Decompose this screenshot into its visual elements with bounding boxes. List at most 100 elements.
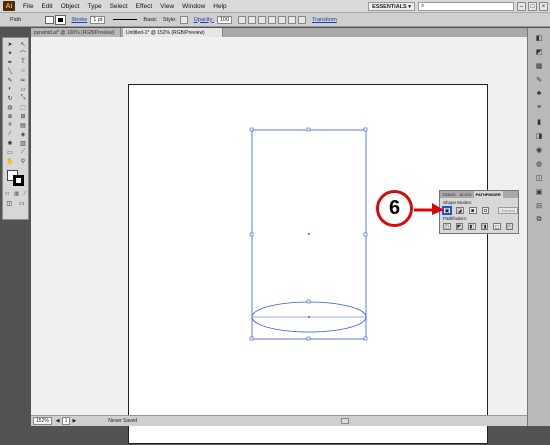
gradient-panel-icon[interactable]: ▮ xyxy=(535,117,544,126)
opacity-field[interactable]: 100 xyxy=(216,15,233,24)
fill-swatch[interactable] xyxy=(45,15,55,24)
crop-button[interactable]: ◨ xyxy=(480,223,488,230)
paintbrush-tool-icon[interactable]: ✎ xyxy=(4,76,16,84)
gradient-tool-icon[interactable]: ▤ xyxy=(17,121,29,129)
close-button[interactable]: × xyxy=(539,2,548,11)
artboard-tool-icon[interactable]: ▭ xyxy=(4,148,16,156)
menu-window[interactable]: Window xyxy=(178,3,209,10)
shape-builder-tool-icon[interactable]: ⊕ xyxy=(4,112,16,120)
mesh-tool-icon[interactable]: # xyxy=(4,121,16,129)
rotate-tool-icon[interactable]: ↻ xyxy=(4,94,16,102)
align-bottom-icon[interactable] xyxy=(298,15,307,24)
magic-wand-tool-icon[interactable]: ✦ xyxy=(4,49,16,57)
color-mode-icon[interactable]: □ xyxy=(6,191,9,197)
horizontal-scrollbar-thumb[interactable] xyxy=(341,418,349,424)
menu-type[interactable]: Type xyxy=(83,3,105,10)
color-panel-icon[interactable]: ◧ xyxy=(535,33,544,42)
symbols-panel-icon[interactable]: ♣ xyxy=(535,89,544,98)
transparency-panel-icon[interactable]: ◨ xyxy=(535,131,544,140)
selection-tool-icon[interactable]: ➤ xyxy=(4,40,16,48)
stroke-panel-icon[interactable]: ≡ xyxy=(535,103,544,112)
none-mode-icon[interactable]: ⁄ xyxy=(24,191,25,197)
slice-tool-icon[interactable]: ⟋ xyxy=(17,148,29,156)
artboards-panel-icon[interactable]: ▣ xyxy=(535,187,544,196)
recolor-icon[interactable] xyxy=(238,15,247,24)
stroke-swatch[interactable] xyxy=(55,14,67,25)
stroke-link[interactable]: Stroke xyxy=(71,17,87,23)
divide-button[interactable]: ◫ xyxy=(443,223,451,230)
align-left-icon[interactable] xyxy=(248,15,257,24)
tab-transform[interactable]: TRANS xyxy=(440,192,458,197)
blend-tool-icon[interactable]: ◈ xyxy=(17,130,29,138)
artboard-number-field[interactable]: 1 xyxy=(61,417,71,425)
stroke-color-box[interactable] xyxy=(13,175,24,186)
stroke-profile-preview[interactable] xyxy=(113,19,138,20)
align-top-icon[interactable] xyxy=(278,15,287,24)
workspace-switcher[interactable]: ESSENTIALS ▾ xyxy=(368,2,415,11)
brushes-panel-icon[interactable]: ✎ xyxy=(535,75,544,84)
menu-object[interactable]: Object xyxy=(57,3,84,10)
pencil-tool-icon[interactable]: ✏ xyxy=(17,76,29,84)
brush-definition-label[interactable]: Basic xyxy=(143,17,156,23)
free-transform-tool-icon[interactable]: ⬚ xyxy=(17,103,29,111)
outline-button[interactable]: ◻ xyxy=(493,223,501,230)
perspective-grid-tool-icon[interactable]: ⊞ xyxy=(17,112,29,120)
exclude-button[interactable]: ◘ xyxy=(481,207,490,214)
eraser-tool-icon[interactable]: ▱ xyxy=(17,85,29,93)
menu-file[interactable]: File xyxy=(19,3,37,10)
menu-help[interactable]: Help xyxy=(209,3,230,10)
menu-edit[interactable]: Edit xyxy=(37,3,56,10)
direct-selection-tool-icon[interactable]: ↖ xyxy=(17,40,29,48)
color-guide-icon[interactable]: ◩ xyxy=(535,47,544,56)
maximize-button[interactable]: □ xyxy=(528,2,537,11)
minimize-button[interactable]: – xyxy=(517,2,526,11)
layers-panel-icon[interactable]: ◫ xyxy=(535,173,544,182)
zoom-tool-icon[interactable]: ⚲ xyxy=(17,157,29,165)
blob-brush-tool-icon[interactable]: ◐ xyxy=(4,85,16,93)
transform-link[interactable]: Transform xyxy=(312,17,337,23)
trim-button[interactable]: ◩ xyxy=(455,223,463,230)
minus-back-button[interactable]: ◰ xyxy=(505,223,513,230)
menu-select[interactable]: Select xyxy=(106,3,132,10)
artboard[interactable] xyxy=(128,84,488,444)
stroke-weight-field[interactable]: 1 pt xyxy=(90,15,106,24)
menu-effect[interactable]: Effect xyxy=(132,3,157,10)
tab-align[interactable]: ALIGN xyxy=(458,192,474,197)
pen-tool-icon[interactable]: ✒ xyxy=(4,58,16,66)
lasso-tool-icon[interactable]: ⌒ xyxy=(17,49,29,58)
gradient-mode-icon[interactable]: ▥ xyxy=(14,191,19,197)
selected-artwork[interactable] xyxy=(129,85,489,445)
tab-pathfinder[interactable]: PATHFINDER xyxy=(473,191,503,198)
hand-tool-icon[interactable]: ✋ xyxy=(4,157,16,165)
minus-front-button[interactable]: ◪ xyxy=(455,207,464,214)
type-tool-icon[interactable]: T xyxy=(17,58,29,66)
tab-untitled[interactable]: Untitled-1* @ 152% (RGB/Preview) xyxy=(123,28,223,37)
align-panel-icon[interactable]: ⊟ xyxy=(535,201,544,210)
graphic-styles-icon[interactable]: ◍ xyxy=(535,159,544,168)
draw-mode-icon[interactable]: ◫ xyxy=(6,200,12,207)
tab-pyramid[interactable]: pyramid.ai* @ 100% (RGB/Preview) xyxy=(31,28,121,37)
unite-button[interactable]: ▣ xyxy=(443,207,451,214)
line-tool-icon[interactable]: ╲ xyxy=(4,67,16,75)
style-swatch[interactable] xyxy=(179,15,188,24)
ellipse-tool-icon[interactable]: ○ xyxy=(17,67,29,75)
column-graph-tool-icon[interactable]: ▥ xyxy=(17,139,29,147)
appearance-panel-icon[interactable]: ◉ xyxy=(535,145,544,154)
scale-tool-icon[interactable]: ⤡ xyxy=(17,94,29,102)
align-right-icon[interactable] xyxy=(268,15,277,24)
menu-view[interactable]: View xyxy=(156,3,178,10)
prev-artboard-icon[interactable]: ◀ xyxy=(56,418,60,424)
zoom-level-field[interactable]: 152% xyxy=(33,417,52,425)
align-middle-icon[interactable] xyxy=(288,15,297,24)
screen-mode-icon[interactable]: ▭ xyxy=(19,200,25,207)
eyedropper-tool-icon[interactable]: ⁄ xyxy=(4,130,16,138)
expand-button[interactable]: Expand xyxy=(498,207,519,214)
intersect-button[interactable]: ◙ xyxy=(468,207,477,214)
opacity-link[interactable]: Opacity: xyxy=(194,17,214,23)
pathfinder-panel-icon[interactable]: ⧉ xyxy=(535,215,544,224)
next-artboard-icon[interactable]: ▶ xyxy=(72,418,76,424)
search-input[interactable]: ⌕ xyxy=(418,2,514,11)
warp-tool-icon[interactable]: ◍ xyxy=(4,103,16,111)
align-center-icon[interactable] xyxy=(258,15,267,24)
swatches-panel-icon[interactable]: ▦ xyxy=(535,61,544,70)
